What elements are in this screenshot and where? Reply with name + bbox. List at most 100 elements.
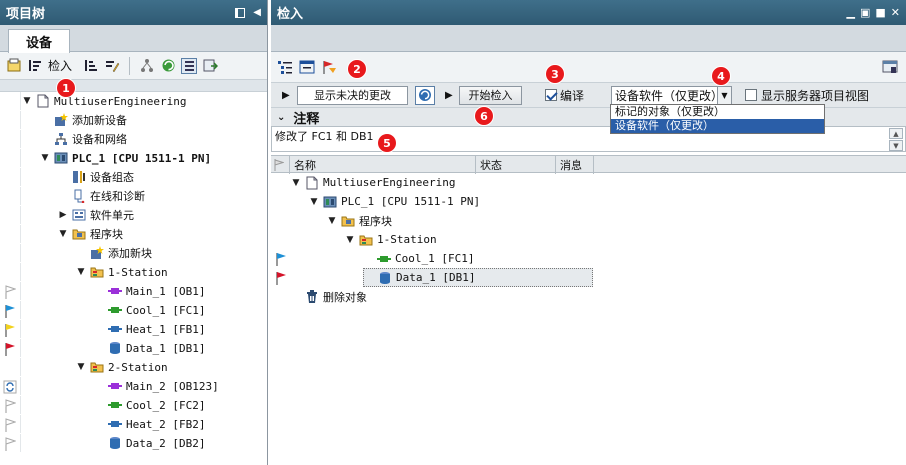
checkin-row[interactable]: ▼ 程序块 (271, 211, 906, 230)
column-header-name[interactable]: 名称 (290, 156, 476, 174)
tab-devices[interactable]: 设备 (8, 29, 70, 53)
tree-node[interactable]: Heat_2 [FB2] (94, 415, 205, 434)
export-icon[interactable] (202, 58, 218, 74)
scope-select[interactable]: 设备软件（仅更改） ▼ (611, 85, 732, 105)
tree-node[interactable]: 添加新块 (76, 244, 152, 263)
tree-row[interactable]: ▶ 软件单元 (0, 206, 267, 225)
refresh-button[interactable] (415, 85, 435, 105)
tree-node[interactable]: ▼ 2-Station (76, 358, 168, 377)
expand-arrow-icon[interactable]: ▼ (58, 229, 68, 239)
tree-node[interactable]: ▼ MultiuserEngineering (22, 92, 186, 111)
tree-row[interactable]: Main_2 [OB123] (0, 377, 267, 396)
expand-arrow-icon[interactable]: ▼ (291, 178, 301, 188)
tab-strip: 设备 (0, 25, 267, 53)
add-device-icon (54, 113, 68, 127)
tree-node[interactable]: Cool_2 [FC2] (94, 396, 205, 415)
sort-up-icon[interactable] (83, 58, 99, 74)
compile-checkbox[interactable] (545, 89, 557, 101)
network-view-icon[interactable] (139, 58, 155, 74)
tree-node[interactable]: 设备组态 (58, 168, 134, 187)
checkin-row[interactable]: ▼ MultiuserEngineering (271, 173, 906, 192)
tree-node[interactable]: 设备和网络 (40, 130, 127, 149)
details-view-icon[interactable] (181, 57, 198, 74)
tree-node[interactable]: ▼ 程序块 (58, 225, 123, 244)
tree-node[interactable]: Cool_1 [FC1] (363, 249, 474, 268)
scroll-down-icon[interactable]: ▼ (889, 140, 903, 151)
column-header-status[interactable]: 状态 (476, 156, 556, 174)
column-header-message[interactable]: 消息 (556, 156, 594, 174)
chevron-down-icon[interactable]: ⌄ (277, 112, 285, 123)
tree-node[interactable]: ▼ 程序块 (327, 211, 392, 230)
checkin-row[interactable]: Data_1 [DB1] (271, 268, 906, 287)
checkin-row[interactable]: ▼ 1-Station (271, 230, 906, 249)
checkin-row[interactable]: ▼ PLC_1 [CPU 1511-1 PN] (271, 192, 906, 211)
tree-row[interactable]: ▼ MultiuserEngineering (0, 92, 267, 111)
tree-node[interactable]: ▼ MultiuserEngineering (291, 173, 455, 192)
checkin-row[interactable]: 删除对象 (271, 287, 906, 306)
panel-options-icon[interactable] (882, 59, 898, 75)
tree-row[interactable]: 添加新块 (0, 244, 267, 263)
tree-node[interactable]: 添加新设备 (40, 111, 127, 130)
chevron-down-icon[interactable]: ▼ (717, 86, 731, 104)
tree-node[interactable]: ▼ 1-Station (76, 263, 168, 282)
tree-node[interactable]: 在线和诊断 (58, 187, 145, 206)
tree-node[interactable]: Data_1 [DB1] (363, 268, 593, 287)
tree-node[interactable]: ▼ PLC_1 [CPU 1511-1 PN] (309, 192, 481, 211)
tree-node[interactable]: Data_1 [DB1] (94, 339, 205, 358)
new-project-icon[interactable] (6, 58, 22, 74)
sort-down-icon[interactable] (27, 58, 43, 74)
tree-node[interactable]: ▼ 1-Station (345, 230, 437, 249)
tree-row[interactable]: ▼ PLC_1 [CPU 1511-1 PN] (0, 149, 267, 168)
tree-row[interactable]: 在线和诊断 (0, 187, 267, 206)
collapse-panel-icon[interactable]: ◀ (253, 7, 261, 18)
tree-row[interactable]: ▼ 1-Station (0, 263, 267, 282)
expand-all-icon[interactable] (277, 59, 293, 75)
expand-arrow-icon[interactable]: ▼ (22, 96, 32, 106)
dropdown-option-selected[interactable]: 设备软件（仅更改） (611, 119, 824, 133)
tree-node[interactable]: Main_2 [OB123] (94, 377, 219, 396)
expand-arrow-icon[interactable]: ▼ (76, 362, 86, 372)
checkin-row[interactable]: Cool_1 [FC1] (271, 249, 906, 268)
maximize-icon[interactable]: ■ (875, 6, 885, 19)
collapse-arrow-icon[interactable]: ▶ (58, 210, 68, 220)
tree-row[interactable]: Cool_2 [FC2] (0, 396, 267, 415)
collapse-all-icon[interactable] (299, 59, 315, 75)
minimize-icon[interactable]: ▁ (847, 6, 855, 19)
tree-node[interactable]: ▼ PLC_1 [CPU 1511-1 PN] (40, 149, 212, 168)
tree-row[interactable]: 添加新设备 (0, 111, 267, 130)
expand-arrow-icon[interactable]: ▼ (40, 153, 50, 163)
close-icon[interactable]: ✕ (891, 6, 900, 19)
expand-arrow-icon[interactable]: ▼ (309, 197, 319, 207)
tree-node[interactable]: Data_2 [DB2] (94, 434, 205, 453)
tree-node[interactable]: Cool_1 [FC1] (94, 301, 205, 320)
refresh-icon[interactable] (160, 58, 176, 74)
tree-row[interactable]: Main_1 [OB1] (0, 282, 267, 301)
tree-node[interactable]: Heat_1 [FB1] (94, 320, 205, 339)
dropdown-option[interactable]: 标记的对象（仅更改） (611, 105, 824, 119)
tree-node[interactable]: Main_1 [OB1] (94, 282, 205, 301)
start-checkin-button[interactable]: 开始检入 (459, 85, 522, 105)
expand-arrow-icon[interactable]: ▼ (345, 235, 355, 245)
tree-node[interactable]: ▶ 软件单元 (58, 206, 134, 225)
tree-row[interactable]: Heat_1 [FB1] (0, 320, 267, 339)
tree-row[interactable]: 设备组态 (0, 168, 267, 187)
edit-icon[interactable] (104, 58, 120, 74)
expand-arrow-icon[interactable]: ▼ (327, 216, 337, 226)
flag-filter-icon[interactable] (321, 59, 337, 75)
tree-row[interactable]: ▼ 程序块 (0, 225, 267, 244)
tree-row[interactable]: ▼ 2-Station (0, 358, 267, 377)
tree-row[interactable]: Cool_1 [FC1] (0, 301, 267, 320)
notes-text[interactable]: 修改了 FC1 和 DB1 (275, 128, 374, 144)
tree-node[interactable]: 删除对象 (291, 287, 367, 306)
tree-row[interactable]: Data_1 [DB1] (0, 339, 267, 358)
show-server-view-checkbox[interactable] (745, 89, 757, 101)
tree-row[interactable]: Heat_2 [FB2] (0, 415, 267, 434)
tree-row[interactable]: 设备和网络 (0, 130, 267, 149)
tree-row[interactable]: Data_2 [DB2] (0, 434, 267, 453)
checkin-toolbar-button[interactable]: 检入 (48, 57, 72, 74)
show-pending-changes-button[interactable]: 显示未决的更改 (297, 85, 408, 105)
split-view-icon[interactable] (235, 7, 246, 18)
scroll-up-icon[interactable]: ▲ (889, 128, 903, 139)
expand-arrow-icon[interactable]: ▼ (76, 267, 86, 277)
float-icon[interactable]: ▣ (860, 6, 870, 19)
